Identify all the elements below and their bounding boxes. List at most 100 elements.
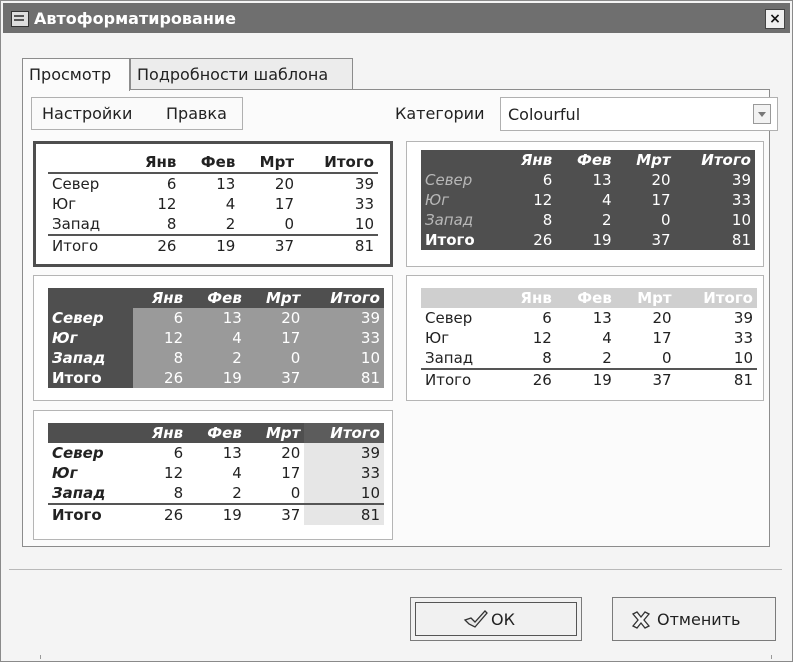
column-header: Итого (675, 288, 757, 308)
cell-value: 81 (298, 234, 378, 256)
cell-value: 19 (555, 368, 616, 390)
table-row: Запад 8 2 0 10 (421, 348, 757, 369)
cell-value: 26 (500, 368, 556, 390)
tab-preview[interactable]: Просмотр (22, 58, 130, 91)
row-label: Север (48, 308, 133, 328)
menu-settings[interactable]: Настройки (42, 104, 132, 123)
cell-value: 20 (281, 444, 301, 462)
cell-value: 6 (132, 308, 188, 328)
row-label: Итого (48, 368, 133, 388)
row-label: Юг (52, 195, 77, 213)
cell-value: 39 (354, 175, 374, 193)
category-select[interactable]: Colourful (500, 97, 778, 131)
cell-value: 13 (556, 170, 616, 190)
cell-value: 26 (132, 503, 188, 525)
cell-value: 17 (281, 464, 301, 482)
column-header: Янв (501, 150, 557, 170)
table-row: Запад 8 2 0 10 (48, 348, 384, 368)
cell-value: 20 (245, 308, 305, 328)
cell-value: 4 (225, 195, 236, 213)
column-header: Фев (187, 288, 246, 308)
column-header: Мрт (239, 152, 299, 174)
column-header: Итого (298, 152, 378, 174)
cell-value: 26 (132, 368, 188, 388)
menu-bar: Настройки Правка (31, 97, 243, 130)
column-header: Итого (674, 150, 755, 170)
cell-value: 0 (662, 349, 672, 367)
format-preview-5[interactable]: Янв Фев Мрт Итого Север 6 13 20 39 Юг 12 4 17 33 Запад… (33, 410, 393, 540)
cell-value: 37 (239, 234, 299, 256)
cell-value: 81 (304, 368, 384, 388)
row-label: Итого (48, 234, 126, 256)
cell-value: 37 (615, 230, 675, 250)
format-preview-2[interactable]: Янв Фев Мрт Итого Север 6 13 20 39 Юг 12 4 17 33 Запад… (406, 141, 764, 267)
table-header-row: Янв Фев Мрт Итого (48, 288, 384, 308)
header-corner (48, 423, 133, 443)
cell-value: 8 (132, 348, 188, 368)
column-header: Фев (187, 423, 246, 443)
cross-icon (630, 609, 652, 635)
format-preview-3[interactable]: Янв Фев Мрт Итого Север 6 13 20 39 Юг 12 4 17 33 Запад… (33, 275, 393, 401)
row-label: Юг (425, 329, 450, 347)
dropdown-arrow-icon[interactable] (753, 104, 771, 124)
table-header-row: Янв Фев Мрт Итого (48, 423, 384, 443)
table-row: Запад 8 2 0 10 (48, 214, 378, 235)
cell-value: 10 (354, 215, 374, 233)
cell-value: 39 (304, 308, 384, 328)
cell-value: 2 (187, 348, 246, 368)
cancel-button[interactable]: Отменить (612, 597, 776, 641)
table-row: Юг 12 4 17 33 (48, 194, 378, 214)
cell-value: 33 (354, 195, 374, 213)
table-row: Юг 12 4 17 33 (48, 463, 384, 483)
header-corner (48, 288, 133, 308)
app-icon (11, 11, 29, 27)
cell-value: 20 (652, 309, 672, 327)
cell-value: 19 (180, 234, 240, 256)
row-label: Север (52, 175, 100, 193)
table-row: Итого 26 19 37 81 (421, 368, 757, 390)
column-header: Фев (180, 152, 240, 174)
column-header: Мрт (615, 150, 675, 170)
ok-button[interactable]: ОК (410, 597, 582, 641)
category-label: Категории (395, 104, 485, 123)
window-bottom-edge (40, 655, 772, 659)
cell-value: 39 (674, 170, 755, 190)
cell-value: 8 (166, 215, 177, 233)
menu-edit[interactable]: Правка (166, 104, 227, 123)
cell-value: 26 (501, 230, 557, 250)
column-header: Янв (125, 152, 181, 174)
cell-value: 13 (222, 444, 242, 462)
cell-value: 19 (187, 368, 246, 388)
format-preview-4[interactable]: Янв Фев Мрт Итого Север 6 13 20 39 Юг 12 4 17 33 Запад… (406, 275, 764, 401)
cell-value: 2 (602, 349, 612, 367)
row-label: Запад (48, 348, 133, 368)
cell-value: 4 (187, 328, 246, 348)
title-bar[interactable]: Автоформатирование × (3, 3, 790, 33)
row-label: Север (52, 444, 104, 462)
footer-separator (9, 569, 782, 570)
table-header-row: Янв Фев Мрт Итого (421, 150, 755, 170)
cell-value: 20 (615, 170, 675, 190)
cell-value: 13 (187, 308, 246, 328)
row-label: Юг (48, 328, 133, 348)
cell-value: 0 (284, 215, 295, 233)
cell-value: 10 (674, 210, 755, 230)
cell-value: 81 (675, 368, 757, 390)
cell-value: 8 (173, 484, 184, 502)
row-label: Юг (52, 464, 78, 482)
cell-value: 8 (542, 349, 552, 367)
column-header: Фев (555, 288, 616, 308)
cell-value: 10 (304, 348, 384, 368)
cell-value: 39 (733, 309, 753, 327)
cell-value: 19 (187, 503, 246, 525)
close-button[interactable]: × (765, 9, 785, 29)
format-preview-1[interactable]: Янв Фев Мрт Итого Север 6 13 20 39 Юг 12 4 17 33 Запад… (33, 141, 393, 267)
row-label: Запад (421, 210, 502, 230)
cell-value: 17 (245, 328, 305, 348)
table-row: Итого 26 19 37 81 (48, 368, 384, 388)
table-row: Запад 8 2 0 10 (421, 210, 755, 230)
cell-value: 37 (245, 503, 305, 525)
category-value: Colourful (508, 105, 581, 124)
row-label: Север (421, 170, 502, 190)
tab-template-details[interactable]: Подробности шаблона (130, 58, 353, 90)
